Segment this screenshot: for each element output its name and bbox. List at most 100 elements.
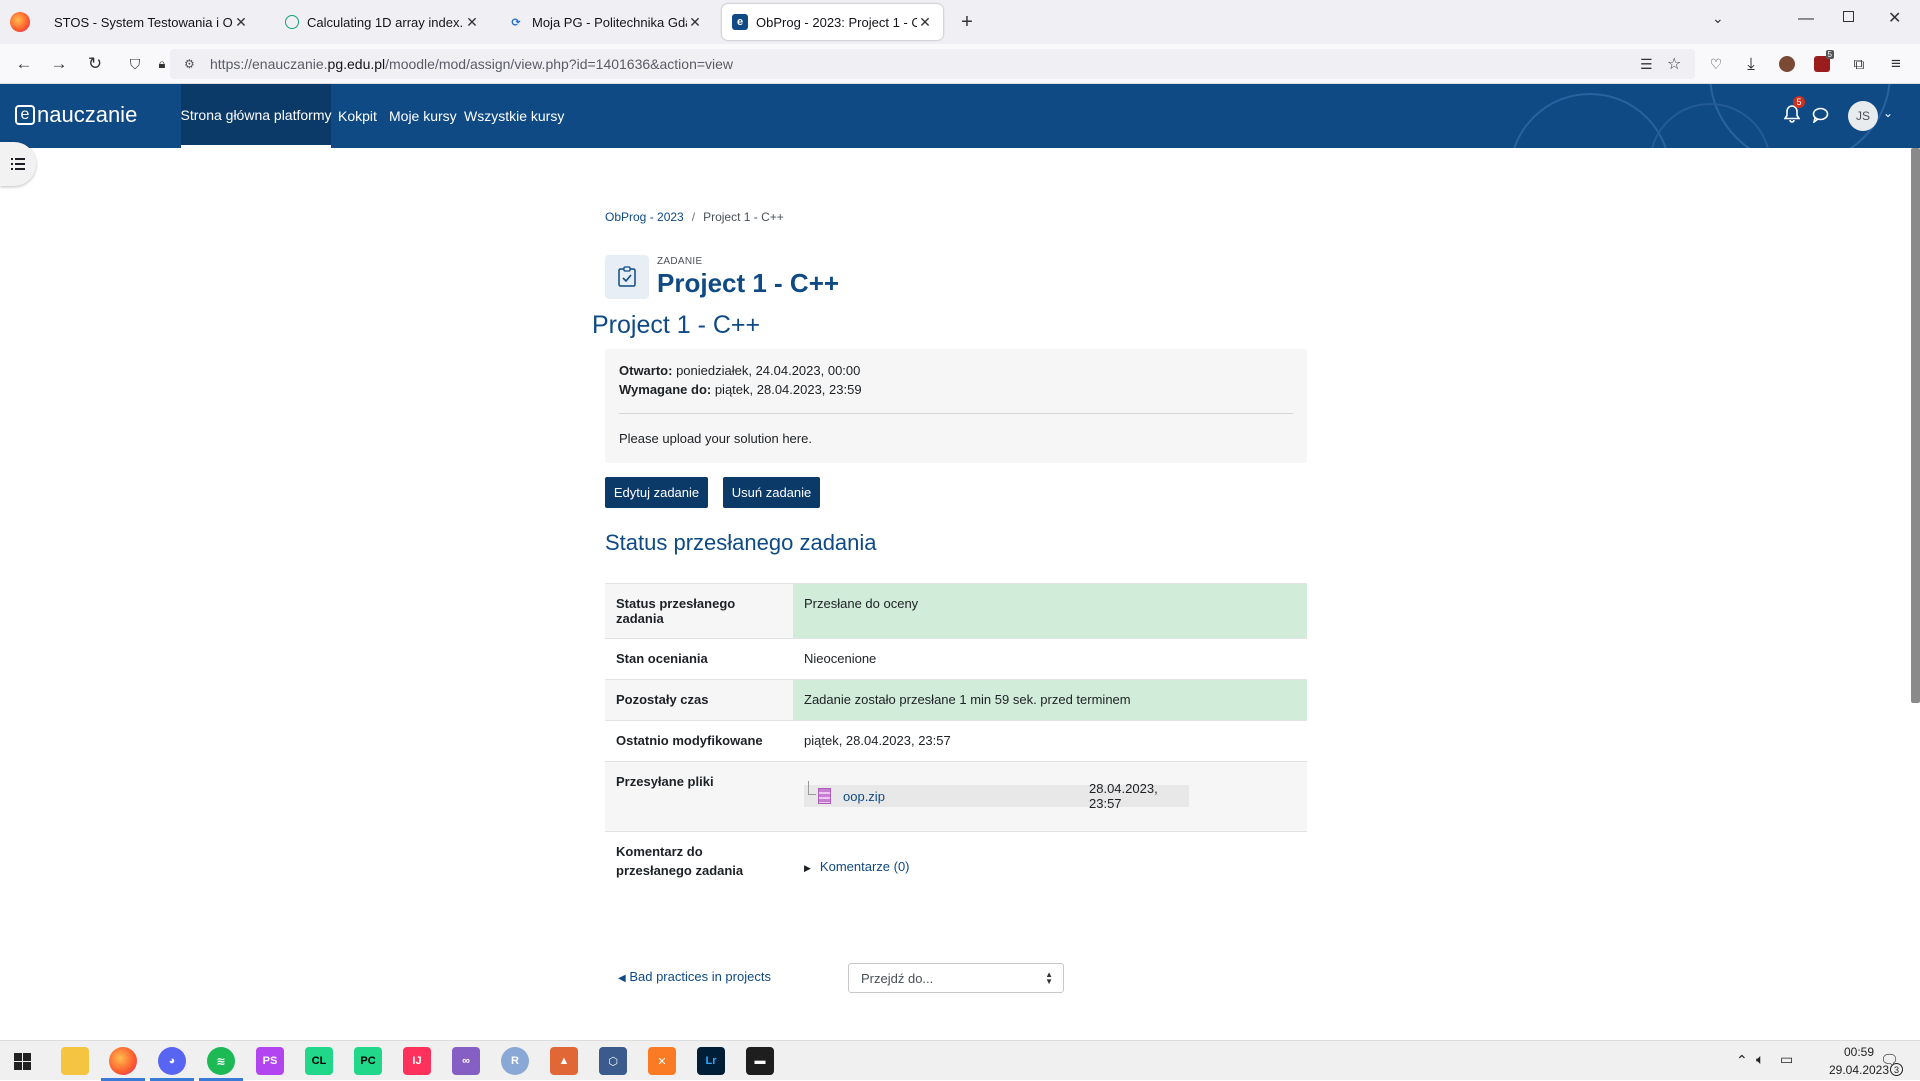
user-avatar[interactable]: JS <box>1848 101 1878 131</box>
spotify-icon[interactable]: ≋ <box>207 1047 235 1075</box>
url-prefix: https://enauczanie. <box>210 56 328 72</box>
matlab-icon[interactable]: ▲ <box>550 1047 578 1075</box>
shield-icon[interactable]: ⛉ <box>121 50 149 78</box>
tab-stos[interactable]: STOS - System Testowania i Oceny z ✕ <box>44 4 259 40</box>
reader-view-icon[interactable]: ☰ <box>1640 56 1653 73</box>
extension-avatar-icon[interactable] <box>1773 50 1801 78</box>
logo-text: nauczanie <box>37 102 138 127</box>
due-date: Wymagane do: piątek, 28.04.2023, 23:59 <box>619 382 862 397</box>
discord-icon[interactable]: ◕ <box>158 1047 186 1075</box>
back-icon[interactable]: ← <box>10 50 38 78</box>
pg-favicon-icon: ⟳ <box>511 16 521 29</box>
notification-badge: 5 <box>1793 96 1805 108</box>
close-tab-icon[interactable]: ✕ <box>687 14 703 31</box>
row-label: Status przesłanego zadania <box>605 583 793 639</box>
ublock-icon[interactable]: 5 <box>1808 50 1836 78</box>
breadcrumb-current: Project 1 - C++ <box>703 210 784 224</box>
table-row: Komentarz do przesłanego zadania ▶ Koment… <box>605 831 1307 901</box>
file-date: 28.04.2023, 23:57 <box>1089 781 1158 811</box>
close-window-icon[interactable]: ✕ <box>1888 8 1901 28</box>
close-tab-icon[interactable]: ✕ <box>464 14 480 31</box>
comments-link: Komentarze (0) <box>819 858 910 874</box>
site-header: e nauczanie Strona główna platformy Kokpi… <box>0 84 1920 148</box>
select-arrows-icon: ▲ ▼ <box>1045 970 1053 986</box>
file-explorer-icon[interactable] <box>61 1047 89 1075</box>
lightroom-icon[interactable]: Lr <box>697 1047 725 1075</box>
list-icon <box>11 158 25 170</box>
pycharm-icon[interactable]: PC <box>354 1047 382 1075</box>
divider <box>619 413 1293 414</box>
firefox-menu-icon[interactable] <box>10 12 30 32</box>
remove-assignment-button[interactable]: Usuń zadanie <box>723 477 820 508</box>
jump-to-select[interactable]: Przejdź do... ▲ ▼ <box>848 963 1064 993</box>
minimize-icon[interactable]: — <box>1798 10 1814 28</box>
enauczanie-favicon-icon: e <box>732 14 748 30</box>
permissions-icon[interactable]: ⚙ <box>184 57 195 71</box>
network-icon[interactable]: ▭ <box>1780 1051 1793 1068</box>
nav-all-courses[interactable]: Wszystkie kursy <box>458 84 570 148</box>
nav-my-courses[interactable]: Moje kursy <box>383 84 463 148</box>
tab-list-chevron-icon[interactable]: ⌄ <box>1712 10 1724 27</box>
xampp-icon[interactable]: ✕ <box>648 1047 676 1075</box>
firefox-icon[interactable] <box>109 1047 137 1075</box>
tab-title: Calculating 1D array index. <box>307 14 464 30</box>
restore-icon[interactable] <box>1843 11 1854 22</box>
row-label: Ostatnio modyfikowane <box>605 720 793 762</box>
pocket-icon[interactable]: ♡ <box>1702 50 1730 78</box>
clion-icon[interactable]: CL <box>305 1047 333 1075</box>
forward-icon[interactable]: → <box>45 50 73 78</box>
page-title: Project 1 - C++ <box>657 268 840 298</box>
r-icon[interactable]: R <box>501 1047 529 1075</box>
tray-chevron-icon[interactable]: ⌃ <box>1736 1052 1748 1069</box>
messages-icon[interactable] <box>1812 107 1829 128</box>
tab-moja-pg[interactable]: ⟳ Moja PG - Politechnika Gdańska ✕ <box>498 4 713 40</box>
file-link[interactable]: oop.zip <box>843 789 885 804</box>
nav-dashboard[interactable]: Kokpit <box>332 84 383 148</box>
reload-icon[interactable]: ↻ <box>81 50 109 78</box>
app-menu-icon[interactable]: ≡ <box>1882 50 1910 78</box>
row-label: Pozostały czas <box>605 679 793 721</box>
breadcrumb-separator: / <box>691 210 696 224</box>
zip-file-icon <box>818 788 831 804</box>
edit-assignment-button[interactable]: Edytuj zadanie <box>605 477 708 508</box>
breadcrumb: ObProg - 2023 / Project 1 - C++ <box>605 210 784 224</box>
user-menu-chevron-icon[interactable]: ⌄ <box>1883 106 1893 120</box>
previous-activity-link[interactable]: ◀ Bad practices in projects <box>618 969 771 984</box>
caret-right-icon: ▶ <box>804 862 811 873</box>
intellij-icon[interactable]: IJ <box>403 1047 431 1075</box>
site-logo[interactable]: e nauczanie <box>15 102 137 128</box>
terminal-icon[interactable]: ▬ <box>746 1047 774 1075</box>
url-text: https://enauczanie.pg.edu.pl/moodle/mod/… <box>210 56 733 72</box>
nav-home[interactable]: Strona główna platformy <box>181 84 331 148</box>
extensions-icon[interactable]: ⧉ <box>1845 50 1873 78</box>
comments-toggle[interactable]: ▶ Komentarze (0) <box>804 859 910 874</box>
tab-obprog[interactable]: e ObProg - 2023: Project 1 - C++ ✕ <box>722 4 943 40</box>
course-index-toggle[interactable] <box>0 142 36 186</box>
tree-line <box>808 781 816 795</box>
new-tab-icon[interactable]: + <box>955 10 979 34</box>
breadcrumb-course-link[interactable]: ObProg - 2023 <box>605 210 684 224</box>
tab-title: Moja PG - Politechnika Gdańska <box>532 14 687 30</box>
close-tab-icon[interactable]: ✕ <box>233 14 249 31</box>
url-bar[interactable]: ⚙ https://enauczanie.pg.edu.pl/moodle/mo… <box>170 49 1695 79</box>
downloads-icon[interactable]: ⤓ <box>1737 50 1765 78</box>
submission-status-table: Status przesłanego zadania Przesłane do … <box>605 583 1307 901</box>
page-scrollbar[interactable] <box>1911 148 1920 703</box>
virtualbox-icon[interactable]: ⬡ <box>599 1047 627 1075</box>
volume-icon[interactable]: 🔈︎ <box>1756 1051 1764 1068</box>
table-row: Pozostały czas Zadanie zostało przesłane… <box>605 679 1307 721</box>
assignment-intro: Please upload your solution here. <box>619 431 812 446</box>
tab-chat[interactable]: Calculating 1D array index. ✕ <box>275 4 490 40</box>
table-row: Przesyłane pliki oop.zip 28.04.2023, 23:… <box>605 761 1307 832</box>
bell-icon[interactable]: 5 <box>1783 96 1805 128</box>
browser-nav-bar: ← → ↻ ⛉ 🔒︎ ⚙ https://enauczanie.pg.edu.p… <box>0 44 1920 84</box>
phpstorm-icon[interactable]: PS <box>256 1047 284 1075</box>
visual-studio-icon[interactable]: ∞ <box>452 1047 480 1075</box>
close-tab-icon[interactable]: ✕ <box>917 14 933 31</box>
arrow-left-icon: ◀ <box>618 973 626 984</box>
opened-value: poniedziałek, 24.04.2023, 00:00 <box>672 363 861 378</box>
chatgpt-favicon-icon <box>285 15 299 29</box>
bookmark-star-icon[interactable]: ☆ <box>1667 54 1681 74</box>
due-label: Wymagane do: <box>619 382 712 397</box>
windows-start-icon[interactable] <box>14 1053 31 1070</box>
